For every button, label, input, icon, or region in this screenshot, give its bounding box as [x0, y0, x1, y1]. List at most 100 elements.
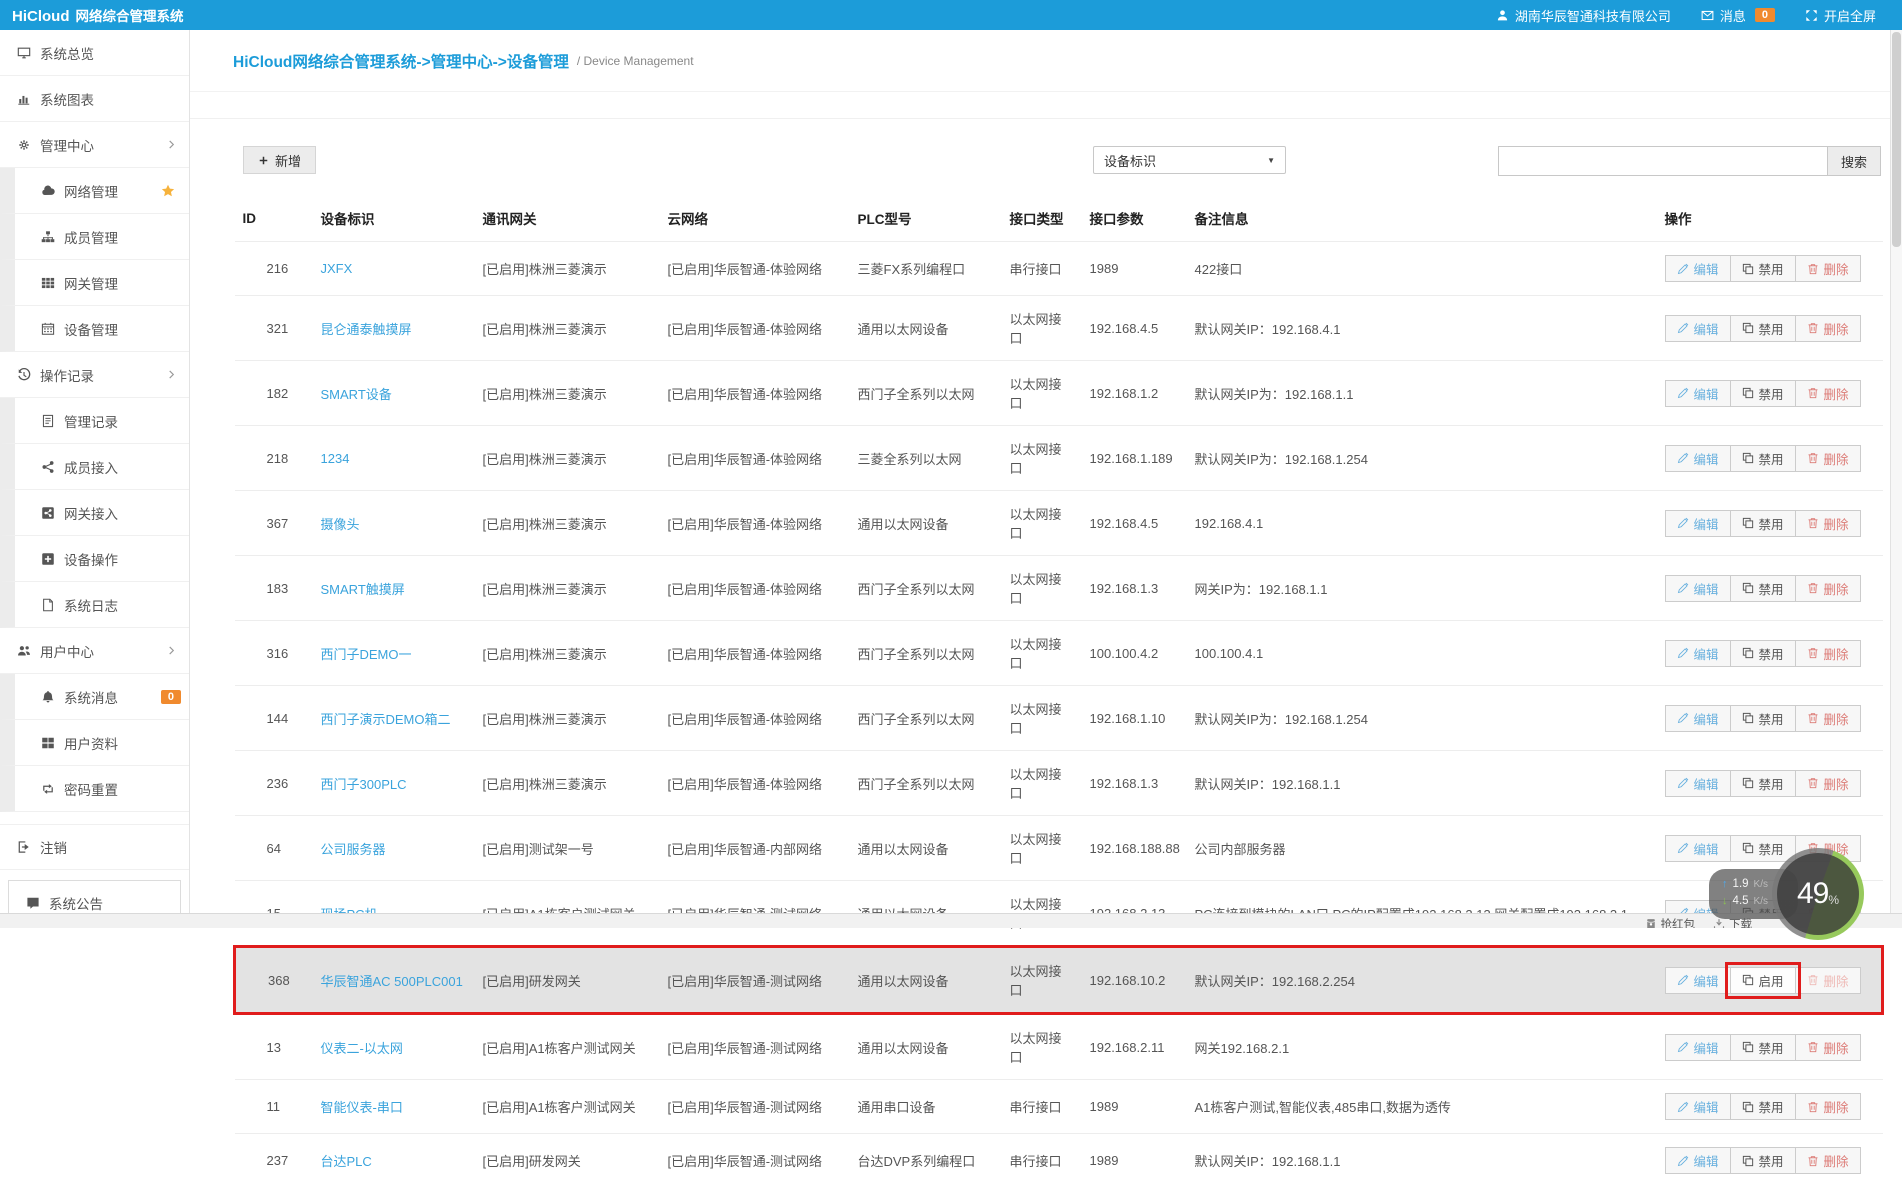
- device-name-link[interactable]: 台达PLC: [321, 1154, 372, 1169]
- search-input[interactable]: [1498, 146, 1828, 176]
- sidebar-item[interactable]: 注销: [0, 824, 189, 870]
- add-device-button[interactable]: 新增: [243, 146, 316, 174]
- device-id: 236: [235, 751, 313, 816]
- edit-button[interactable]: 编辑: [1665, 315, 1731, 342]
- delete-button[interactable]: 删除: [1795, 315, 1861, 342]
- user-icon: [1496, 9, 1509, 22]
- device-name-link[interactable]: 智能仪表-串口: [321, 1100, 403, 1115]
- edit-button[interactable]: 编辑: [1665, 255, 1731, 282]
- edit-button[interactable]: 编辑: [1665, 640, 1731, 667]
- device-name-link[interactable]: 公司服务器: [321, 842, 386, 857]
- toggle-enable-button[interactable]: 禁用: [1730, 315, 1796, 342]
- sidebar-item[interactable]: 系统消息 0: [0, 674, 189, 720]
- delete-button[interactable]: 删除: [1795, 445, 1861, 472]
- messages-button[interactable]: 消息 0: [1701, 6, 1775, 25]
- row-actions: 编辑 禁用 删除: [1665, 255, 1861, 282]
- edit-button[interactable]: 编辑: [1665, 705, 1731, 732]
- browser-bottom-bar: 抢红包 下载: [0, 913, 1902, 928]
- delete-button[interactable]: 删除: [1795, 255, 1861, 282]
- device-name-link[interactable]: 摄像头: [321, 517, 360, 532]
- delete-button[interactable]: 删除: [1795, 640, 1861, 667]
- toggle-enable-button[interactable]: 禁用: [1730, 255, 1796, 282]
- sidebar-item[interactable]: 管理记录: [0, 398, 189, 444]
- edit-button[interactable]: 编辑: [1665, 445, 1731, 472]
- device-cloud-network: [已启用]华辰智通-体验网络: [660, 621, 850, 686]
- delete-button[interactable]: 删除: [1795, 380, 1861, 407]
- edit-button[interactable]: 编辑: [1665, 380, 1731, 407]
- toggle-enable-button[interactable]: 禁用: [1730, 705, 1796, 732]
- sidebar-item[interactable]: 用户中心: [0, 628, 189, 674]
- edit-button[interactable]: 编辑: [1665, 575, 1731, 602]
- vertical-scrollbar[interactable]: [1890, 0, 1902, 928]
- edit-button[interactable]: 编辑: [1665, 967, 1731, 994]
- edit-button[interactable]: 编辑: [1665, 770, 1731, 797]
- device-gateway: [已启用]株洲三菱演示: [475, 296, 660, 361]
- device-interface-param: 1989: [1082, 1080, 1187, 1134]
- device-name-link[interactable]: 仪表二-以太网: [321, 1041, 403, 1056]
- sidebar-item[interactable]: 系统总览: [0, 30, 189, 76]
- sidebar-item[interactable]: 成员管理: [0, 214, 189, 260]
- device-name-link[interactable]: SMART设备: [321, 387, 392, 402]
- delete-button[interactable]: 删除: [1795, 510, 1861, 537]
- device-name-link[interactable]: 昆仑通泰触摸屏: [321, 322, 412, 337]
- sidebar-item[interactable]: 设备管理: [0, 306, 189, 352]
- device-name-link[interactable]: 西门子演示DEMO箱二: [321, 712, 451, 727]
- device-name-link[interactable]: 西门子300PLC: [321, 777, 407, 792]
- sidebar-item[interactable]: 网关接入: [0, 490, 189, 536]
- edit-button[interactable]: 编辑: [1665, 1093, 1731, 1120]
- delete-button[interactable]: 删除: [1795, 1034, 1861, 1061]
- delete-button[interactable]: 删除: [1795, 770, 1861, 797]
- device-name-link[interactable]: SMART触摸屏: [321, 582, 405, 597]
- delete-button[interactable]: 删除: [1795, 967, 1861, 994]
- device-remark: 网关IP为：192.168.1.1: [1187, 556, 1657, 621]
- star-icon: [161, 184, 175, 198]
- usage-ring[interactable]: 49 %: [1772, 848, 1864, 940]
- device-plc-model: 西门子全系列以太网: [850, 686, 1002, 751]
- sidebar-item-label: 成员接入: [64, 457, 118, 477]
- delete-button[interactable]: 删除: [1795, 705, 1861, 732]
- company-account[interactable]: 湖南华辰智通科技有限公司: [1496, 6, 1671, 25]
- delete-button[interactable]: 删除: [1795, 1093, 1861, 1120]
- fullscreen-button[interactable]: 开启全屏: [1805, 6, 1876, 25]
- toggle-enable-button[interactable]: 启用: [1730, 967, 1796, 994]
- toggle-enable-button[interactable]: 禁用: [1730, 770, 1796, 797]
- sidebar-item[interactable]: 用户资料: [0, 720, 189, 766]
- toggle-enable-button[interactable]: 禁用: [1730, 510, 1796, 537]
- sidebar-item[interactable]: 管理中心: [0, 122, 189, 168]
- toggle-enable-button[interactable]: 禁用: [1730, 1034, 1796, 1061]
- filter-field-select[interactable]: 设备标识 ▼: [1093, 146, 1286, 174]
- main-content: HiCloud网络综合管理系统->管理中心->设备管理 / Device Man…: [190, 30, 1890, 928]
- toggle-enable-button[interactable]: 禁用: [1730, 575, 1796, 602]
- sidebar-item[interactable]: 密码重置: [0, 766, 189, 812]
- search-button[interactable]: 搜索: [1828, 146, 1881, 176]
- sidebar-item[interactable]: 系统图表: [0, 76, 189, 122]
- edit-button[interactable]: 编辑: [1665, 1147, 1731, 1174]
- toggle-enable-button[interactable]: 禁用: [1730, 1147, 1796, 1174]
- table-row: 316 西门子DEMO一 [已启用]株洲三菱演示 [已启用]华辰智通-体验网络 …: [235, 621, 1883, 686]
- toggle-enable-button[interactable]: 禁用: [1730, 1093, 1796, 1120]
- device-interface-type: 以太网接口: [1002, 361, 1082, 426]
- delete-button[interactable]: 删除: [1795, 1147, 1861, 1174]
- row-actions: 编辑 禁用 删除: [1665, 1093, 1861, 1120]
- edit-button[interactable]: 编辑: [1665, 510, 1731, 537]
- chevron-right-icon: [166, 369, 177, 380]
- device-name-link[interactable]: JXFX: [321, 261, 353, 276]
- scrollbar-thumb[interactable]: [1892, 32, 1901, 247]
- device-name-link[interactable]: 西门子DEMO一: [321, 647, 412, 662]
- sidebar-item[interactable]: 操作记录: [0, 352, 189, 398]
- device-name-link[interactable]: 1234: [321, 451, 350, 466]
- sidebar-item[interactable]: 网关管理: [0, 260, 189, 306]
- toggle-enable-button[interactable]: 禁用: [1730, 380, 1796, 407]
- device-name-link[interactable]: 华辰智通AC 500PLC001: [321, 974, 463, 989]
- toggle-enable-button[interactable]: 禁用: [1730, 445, 1796, 472]
- edit-button[interactable]: 编辑: [1665, 1034, 1731, 1061]
- delete-button[interactable]: 删除: [1795, 575, 1861, 602]
- bottom-bar-item[interactable]: 抢红包: [1645, 916, 1696, 928]
- sidebar-item[interactable]: 系统日志: [0, 582, 189, 628]
- sidebar-item[interactable]: 设备操作: [0, 536, 189, 582]
- sidebar-item[interactable]: 网络管理: [0, 168, 189, 214]
- device-interface-type: 以太网接口: [1002, 751, 1082, 816]
- sidebar-item[interactable]: 成员接入: [0, 444, 189, 490]
- clone-icon: [1742, 1101, 1754, 1113]
- toggle-enable-button[interactable]: 禁用: [1730, 640, 1796, 667]
